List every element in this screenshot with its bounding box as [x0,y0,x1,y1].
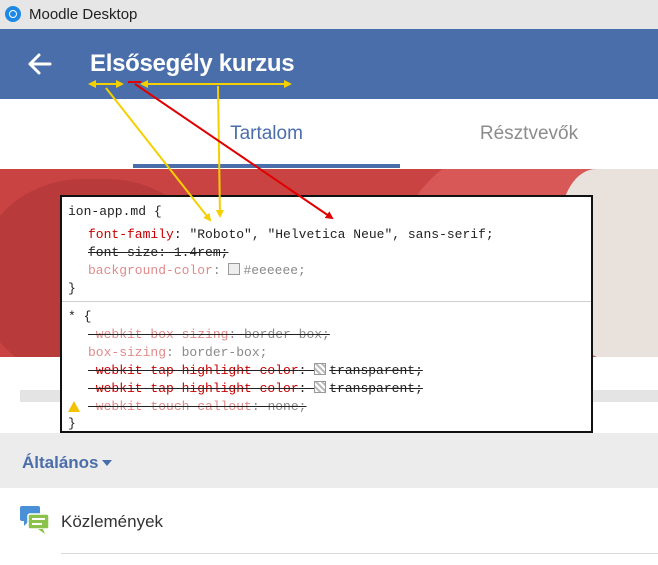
color-swatch [314,381,327,393]
back-arrow-icon[interactable] [26,51,52,77]
window-title: Moodle Desktop [29,6,138,23]
css-declaration: font-family: "Roboto", "Helvetica Neue",… [88,227,494,242]
activity-label: Közlemények [61,512,164,531]
moodle-app-icon [5,6,21,22]
tab-participants[interactable]: Résztvevők [400,99,658,169]
color-swatch [314,363,327,375]
rule-divider [62,301,591,302]
row-divider [61,553,658,554]
section-toggle[interactable]: Általános [22,453,99,473]
css-close-brace: } [68,281,76,296]
devtools-styles-overlay: ion-app.md { font-family: "Roboto", "Hel… [60,195,593,433]
active-tab-indicator [133,164,400,168]
css-declaration-overridden: -webkit-touch-callout: none; [88,399,307,414]
app-header: Elsősegély kurzus [0,29,658,99]
color-swatch [228,263,241,275]
course-title: Elsősegély kurzus [90,50,295,77]
css-close-brace: } [68,416,76,431]
caret-down-icon[interactable] [102,460,112,466]
forum-icon [20,506,50,534]
css-selector: ion-app.md { [68,204,162,219]
css-selector: * { [68,309,92,324]
css-declaration-overridden: -webkit-tap-highlight-color: transparent… [88,363,423,378]
warning-icon [68,401,80,412]
section-header: Általános [0,433,658,488]
css-declaration-overridden: font-size: 1.4rem; [88,245,229,260]
list-item[interactable]: Közlemények [0,488,658,554]
window-titlebar: Moodle Desktop [0,0,658,29]
tab-contents[interactable]: Tartalom [133,99,400,169]
css-declaration: box-sizing: border-box; [88,345,268,360]
css-declaration-overridden: -webkit-box-sizing: border-box; [88,327,330,342]
css-declaration-overridden: -webkit-tap-highlight-color: transparent… [88,381,423,396]
tab-bar: Tartalom Résztvevők [0,99,658,169]
css-declaration: background-color: #eeeeee; [88,263,306,278]
